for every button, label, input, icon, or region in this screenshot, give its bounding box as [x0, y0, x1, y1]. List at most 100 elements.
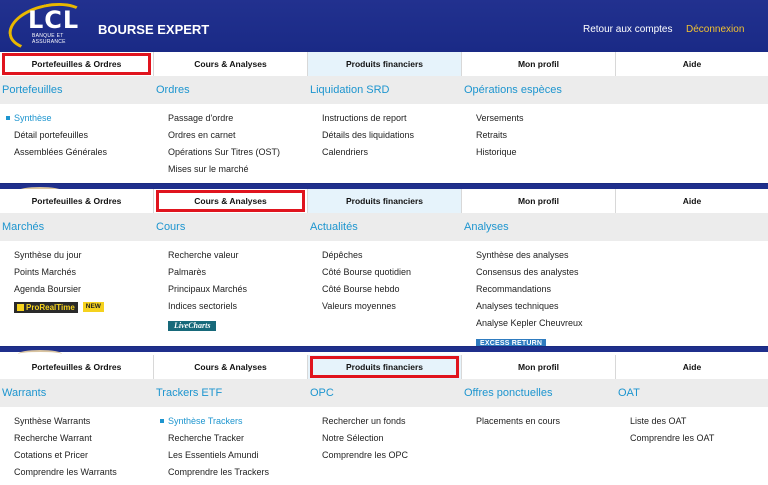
column-heading[interactable]: OAT [616, 379, 768, 407]
tab-financial-products[interactable]: Produits financiers [308, 189, 462, 213]
menu-item[interactable]: Les Essentiels Amundi [168, 447, 308, 464]
logo-text: LCL [28, 6, 80, 34]
menu-panel-quotes: Portefeuilles & Ordres Cours & Analyses … [0, 189, 768, 349]
menu-panel-products: Portefeuilles & Ordres Cours & Analyses … [0, 355, 768, 485]
menu-item[interactable]: Points Marchés [14, 264, 154, 281]
tab-portfolios-orders[interactable]: Portefeuilles & Ordres [0, 189, 154, 213]
menu-item[interactable]: Synthèse du jour [14, 247, 154, 264]
menu-item[interactable]: Cotations et Pricer [14, 447, 154, 464]
menu-item[interactable]: Détail portefeuilles [14, 127, 154, 144]
prorealtime-badge[interactable]: ProRealTime [14, 301, 78, 313]
menu-column: Opérations espèces Versements Retraits H… [462, 76, 616, 178]
new-badge: NEW [82, 302, 104, 312]
menu-item[interactable]: Comprendre les OPC [322, 447, 462, 464]
menu-item[interactable]: Principaux Marchés [168, 281, 308, 298]
logout-link[interactable]: Déconnexion [686, 24, 744, 35]
livecharts-badge[interactable]: LiveCharts [168, 321, 217, 331]
column-heading[interactable]: Warrants [0, 379, 154, 407]
menu-column: Analyses Synthèse des analyses Consensus… [462, 213, 616, 350]
main-nav-tabs: Portefeuilles & Ordres Cours & Analyses … [0, 52, 768, 76]
menu-item[interactable]: Recherche Tracker [168, 430, 308, 447]
menu-item[interactable]: Versements [476, 110, 616, 127]
tab-financial-products[interactable]: Produits financiers [308, 52, 462, 76]
column-heading[interactable]: Cours [154, 213, 308, 241]
menu-item[interactable]: Consensus des analystes [476, 264, 616, 281]
menu-item[interactable]: Valeurs moyennes [322, 298, 462, 315]
dropdown-columns: Warrants Synthèse Warrants Recherche War… [0, 379, 768, 481]
column-heading[interactable]: Ordres [154, 76, 308, 104]
menu-column: Warrants Synthèse Warrants Recherche War… [0, 379, 154, 481]
menu-column: OAT Liste des OAT Comprendre les OAT [616, 379, 768, 481]
menu-item[interactable]: Instructions de report [322, 110, 462, 127]
menu-item[interactable]: Recommandations [476, 281, 616, 298]
tab-my-profile[interactable]: Mon profil [462, 52, 616, 76]
menu-item[interactable]: Synthèse [14, 110, 154, 127]
tab-financial-products[interactable]: Produits financiers [308, 355, 462, 379]
menu-item[interactable]: Indices sectoriels [168, 298, 308, 315]
menu-item[interactable]: Recherche Warrant [14, 430, 154, 447]
tab-quotes-analyses[interactable]: Cours & Analyses [154, 355, 308, 379]
menu-column: OPC Rechercher un fonds Notre Sélection … [308, 379, 462, 481]
menu-panel-portfolios: Portefeuilles & Ordres Cours & Analyses … [0, 52, 768, 183]
menu-item[interactable]: Liste des OAT [630, 413, 768, 430]
menu-item[interactable]: Côté Bourse hebdo [322, 281, 462, 298]
menu-item[interactable]: Comprendre les Trackers [168, 464, 308, 481]
menu-column: Marchés Synthèse du jour Points Marchés … [0, 213, 154, 350]
menu-item[interactable]: Agenda Boursier [14, 281, 154, 298]
column-heading[interactable]: Offres ponctuelles [462, 379, 616, 407]
menu-item[interactable]: Palmarès [168, 264, 308, 281]
menu-item[interactable]: Analyses techniques [476, 298, 616, 315]
menu-item[interactable]: Opérations Sur Titres (OST) [168, 144, 308, 161]
menu-item[interactable]: Synthèse Trackers [168, 413, 308, 430]
main-nav-tabs: Portefeuilles & Ordres Cours & Analyses … [0, 189, 768, 213]
column-heading[interactable]: Trackers ETF [154, 379, 308, 407]
lcl-logo[interactable]: LCL BANQUE ET ASSURANCE [4, 0, 94, 59]
column-heading[interactable]: Actualités [308, 213, 462, 241]
tab-my-profile[interactable]: Mon profil [462, 355, 616, 379]
tab-help[interactable]: Aide [616, 355, 768, 379]
tab-my-profile[interactable]: Mon profil [462, 189, 616, 213]
brand-title: BOURSE EXPERT [98, 22, 210, 37]
menu-item[interactable]: Dépêches [322, 247, 462, 264]
back-to-accounts-link[interactable]: Retour aux comptes [583, 24, 673, 35]
menu-item[interactable]: Retraits [476, 127, 616, 144]
menu-item[interactable]: Ordres en carnet [168, 127, 308, 144]
dropdown-columns: Marchés Synthèse du jour Points Marchés … [0, 213, 768, 350]
main-nav-tabs: Portefeuilles & Ordres Cours & Analyses … [0, 355, 768, 379]
menu-item[interactable]: Placements en cours [476, 413, 616, 430]
column-heading[interactable]: OPC [308, 379, 462, 407]
menu-item[interactable]: Rechercher un fonds [322, 413, 462, 430]
menu-item[interactable]: Côté Bourse quotidien [322, 264, 462, 281]
tab-quotes-analyses[interactable]: Cours & Analyses [154, 189, 308, 213]
menu-item[interactable]: Calendriers [322, 144, 462, 161]
column-heading[interactable]: Analyses [462, 213, 616, 241]
tab-help[interactable]: Aide [616, 189, 768, 213]
column-heading[interactable]: Portefeuilles [0, 76, 154, 104]
menu-item[interactable]: Historique [476, 144, 616, 161]
menu-item[interactable]: Recherche valeur [168, 247, 308, 264]
menu-item[interactable]: Analyse Kepler Cheuvreux [476, 315, 616, 332]
tab-portfolios-orders[interactable]: Portefeuilles & Ordres [0, 355, 154, 379]
menu-item[interactable]: Synthèse Warrants [14, 413, 154, 430]
menu-item[interactable]: Synthèse des analyses [476, 247, 616, 264]
menu-column-empty [616, 76, 768, 178]
menu-item[interactable]: Notre Sélection [322, 430, 462, 447]
prorealtime-logo-icon [17, 303, 24, 311]
column-heading[interactable]: Opérations espèces [462, 76, 616, 104]
menu-item[interactable]: Comprendre les Warrants [14, 464, 154, 481]
menu-item[interactable]: Mises sur le marché [168, 161, 308, 178]
column-heading[interactable]: Marchés [0, 213, 154, 241]
logo-subtitle: BANQUE ET ASSURANCE [32, 33, 66, 45]
menu-column: Liquidation SRD Instructions de report D… [308, 76, 462, 178]
column-heading[interactable]: Liquidation SRD [308, 76, 462, 104]
menu-column: Offres ponctuelles Placements en cours [462, 379, 616, 481]
menu-item[interactable]: Comprendre les OAT [630, 430, 768, 447]
tab-portfolios-orders[interactable]: Portefeuilles & Ordres [0, 52, 154, 76]
tab-help[interactable]: Aide [616, 52, 768, 76]
prorealtime-label: ProRealTime [26, 302, 75, 312]
menu-item[interactable]: Passage d'ordre [168, 110, 308, 127]
menu-item[interactable]: Détails des liquidations [322, 127, 462, 144]
menu-item[interactable]: Assemblées Générales [14, 144, 154, 161]
menu-column-empty [616, 213, 768, 350]
tab-quotes-analyses[interactable]: Cours & Analyses [154, 52, 308, 76]
